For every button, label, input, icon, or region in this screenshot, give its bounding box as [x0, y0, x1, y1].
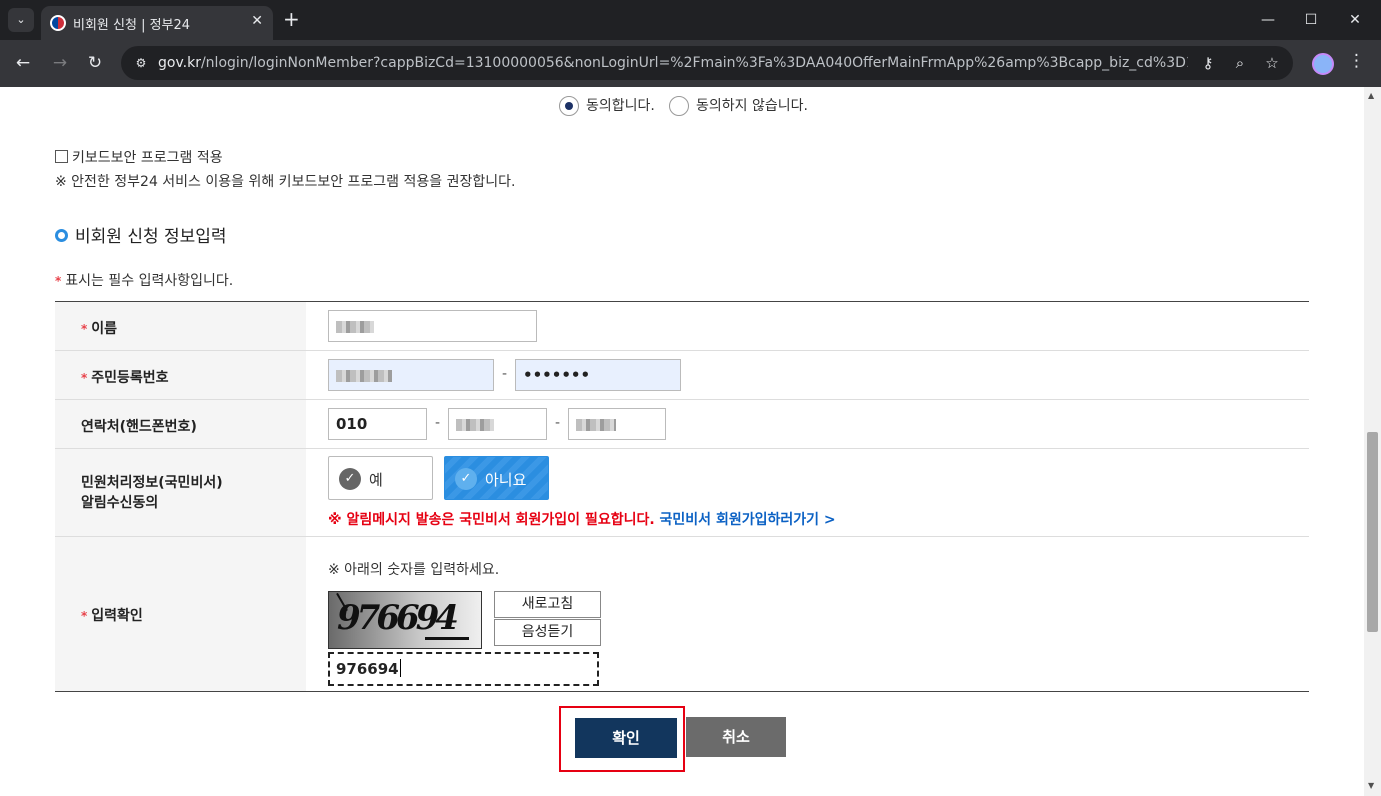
notify-label-line2: 알림수신동의 — [81, 495, 159, 511]
check-icon: ✓ — [455, 468, 477, 490]
captcha-refresh-button[interactable]: 새로고침 — [494, 591, 601, 618]
notify-yes-label: 예 — [369, 471, 383, 489]
required-star-icon: * — [81, 371, 88, 385]
bookmark-star-icon[interactable]: ☆ — [1262, 53, 1282, 73]
disagree-option[interactable]: 동의하지 않습니다. — [669, 95, 808, 116]
page-content: 동의합니다. 동의하지 않습니다. 키보드보안 프로그램 적용 ※ 안전한 정부… — [0, 87, 1364, 796]
notify-consent-label: 민원처리정보(국민비서) 알림수신동의 — [55, 449, 306, 536]
keyboard-security-note: ※ 안전한 정부24 서비스 이용을 위해 키보드보안 프로그램 적용을 권장합… — [55, 174, 516, 190]
agree-radio[interactable] — [559, 96, 579, 116]
cancel-button[interactable]: 취소 — [686, 717, 786, 757]
disagree-radio[interactable] — [669, 96, 689, 116]
rrn-back-input[interactable]: ••••••• — [515, 359, 681, 391]
name-row: * 이름 — [55, 302, 1309, 351]
close-tab-icon[interactable]: ✕ — [251, 13, 263, 29]
tab-list-button[interactable]: ⌄ — [8, 8, 34, 32]
captcha-image-text: 976694 — [337, 598, 459, 638]
close-window-button[interactable]: ✕ — [1340, 8, 1370, 32]
notify-notice-text: ※ 알림메시지 발송은 국민비서 회원가입이 필요합니다. — [328, 512, 655, 528]
masked-phone-last — [576, 418, 616, 431]
phone-label-text: 연락처(핸드폰번호) — [81, 419, 197, 435]
url-host: gov.kr — [158, 55, 201, 71]
page-scrollbar[interactable]: ▲ ▼ — [1364, 87, 1381, 796]
address-bar[interactable]: ⚙ gov.kr/nlogin/loginNonMember?cappBizCd… — [121, 46, 1293, 80]
phone-last-input[interactable] — [568, 408, 666, 440]
url-path: /nlogin/loginNonMember?cappBizCd=1310000… — [200, 55, 1188, 71]
tab-title: 비회원 신청 | 정부24 — [73, 18, 191, 33]
phone-middle-input[interactable] — [448, 408, 547, 440]
site-info-icon[interactable]: ⚙ — [131, 53, 151, 73]
scroll-up-icon[interactable]: ▲ — [1368, 91, 1374, 100]
application-form: * 이름 * 주민등록번호 - ••••••• 연락처(핸드폰번호) 010 -… — [55, 301, 1309, 692]
masked-name — [336, 320, 374, 333]
captcha-label-text: 입력확인 — [91, 608, 143, 624]
maximize-button[interactable]: ☐ — [1296, 8, 1326, 32]
captcha-input[interactable]: 976694 — [328, 652, 599, 686]
signup-link[interactable]: 국민비서 회원가입하러가기 > — [660, 512, 836, 528]
phone-dash: - — [555, 415, 561, 431]
browser-toolbar: ← → ↻ ⚙ gov.kr/nlogin/loginNonMember?cap… — [0, 40, 1381, 87]
zoom-icon[interactable]: ⌕ — [1230, 53, 1250, 73]
required-star-icon: * — [81, 322, 88, 336]
rrn-row: * 주민등록번호 - ••••••• — [55, 351, 1309, 400]
confirm-button[interactable]: 확인 — [575, 718, 677, 758]
scroll-thumb[interactable] — [1367, 432, 1378, 632]
notify-label-line1: 민원처리정보(국민비서) — [81, 475, 223, 491]
phone-first-input[interactable]: 010 — [328, 408, 427, 440]
rrn-front-input[interactable] — [328, 359, 494, 391]
browser-tab-bar: ⌄ 비회원 신청 | 정부24 ✕ + — ☐ ✕ — [0, 0, 1381, 40]
reload-button[interactable]: ↻ — [83, 51, 107, 75]
name-label-text: 이름 — [91, 321, 118, 337]
agree-option[interactable]: 동의합니다. — [559, 95, 655, 116]
required-star-icon: * — [55, 274, 62, 288]
rrn-label: * 주민등록번호 — [55, 351, 306, 399]
notify-yes-button[interactable]: ✓ 예 — [328, 456, 433, 500]
required-note: * 표시는 필수 입력사항입니다. — [55, 270, 233, 290]
password-key-icon[interactable]: ⚷ — [1198, 53, 1218, 73]
notify-consent-row: 민원처리정보(국민비서) 알림수신동의 ✓ 예 ✓ 아니요 ※ 알림메시지 발송… — [55, 449, 1309, 537]
text-caret — [399, 659, 401, 677]
disagree-label: 동의하지 않습니다. — [696, 98, 808, 114]
browser-tab[interactable]: 비회원 신청 | 정부24 ✕ — [41, 6, 273, 40]
captcha-note: ※ 아래의 숫자를 입력하세요. — [328, 562, 500, 578]
captcha-input-value: 976694 — [336, 660, 399, 678]
masked-phone-middle — [456, 418, 494, 431]
keyboard-security-checkbox[interactable] — [55, 150, 68, 163]
section-title: 비회원 신청 정보입력 — [55, 222, 227, 247]
keyboard-security-label: 키보드보안 프로그램 적용 — [72, 150, 223, 166]
scroll-down-icon[interactable]: ▼ — [1368, 781, 1374, 790]
back-button[interactable]: ← — [11, 51, 35, 75]
required-note-text: 표시는 필수 입력사항입니다. — [65, 273, 234, 289]
phone-dash: - — [435, 415, 441, 431]
agree-label: 동의합니다. — [586, 98, 655, 114]
name-input[interactable] — [328, 310, 537, 342]
phone-label: 연락처(핸드폰번호) — [55, 400, 306, 448]
phone-row: 연락처(핸드폰번호) 010 - - — [55, 400, 1309, 449]
confirm-highlight: 확인 — [559, 706, 685, 772]
masked-rrn-front — [336, 369, 392, 382]
captcha-label: * 입력확인 — [55, 537, 306, 691]
check-icon: ✓ — [339, 468, 361, 490]
captcha-audio-button[interactable]: 음성듣기 — [494, 619, 601, 646]
new-tab-button[interactable]: + — [283, 8, 300, 30]
rrn-label-text: 주민등록번호 — [91, 370, 169, 386]
captcha-row: * 입력확인 ※ 아래의 숫자를 입력하세요. 976694 새로고침 음성듣기 … — [55, 537, 1309, 691]
section-bullet-icon — [55, 229, 68, 242]
section-title-text: 비회원 신청 정보입력 — [75, 227, 227, 247]
required-star-icon: * — [81, 609, 88, 623]
url-text[interactable]: gov.kr/nlogin/loginNonMember?cappBizCd=1… — [158, 55, 1188, 71]
notify-notice: ※ 알림메시지 발송은 국민비서 회원가입이 필요합니다. 국민비서 회원가입하… — [328, 509, 836, 529]
notify-no-button[interactable]: ✓ 아니요 — [444, 456, 549, 500]
rrn-dash: - — [502, 366, 508, 382]
keyboard-security-option[interactable]: 키보드보안 프로그램 적용 — [55, 147, 223, 167]
profile-avatar[interactable] — [1312, 53, 1334, 75]
forward-button[interactable]: → — [48, 51, 72, 75]
browser-menu-icon[interactable]: ⋮ — [1348, 51, 1365, 71]
notify-no-label: 아니요 — [485, 471, 527, 489]
minimize-button[interactable]: — — [1253, 8, 1283, 32]
gov-favicon-icon — [50, 15, 66, 31]
captcha-image: 976694 — [328, 591, 482, 649]
name-label: * 이름 — [55, 302, 306, 350]
